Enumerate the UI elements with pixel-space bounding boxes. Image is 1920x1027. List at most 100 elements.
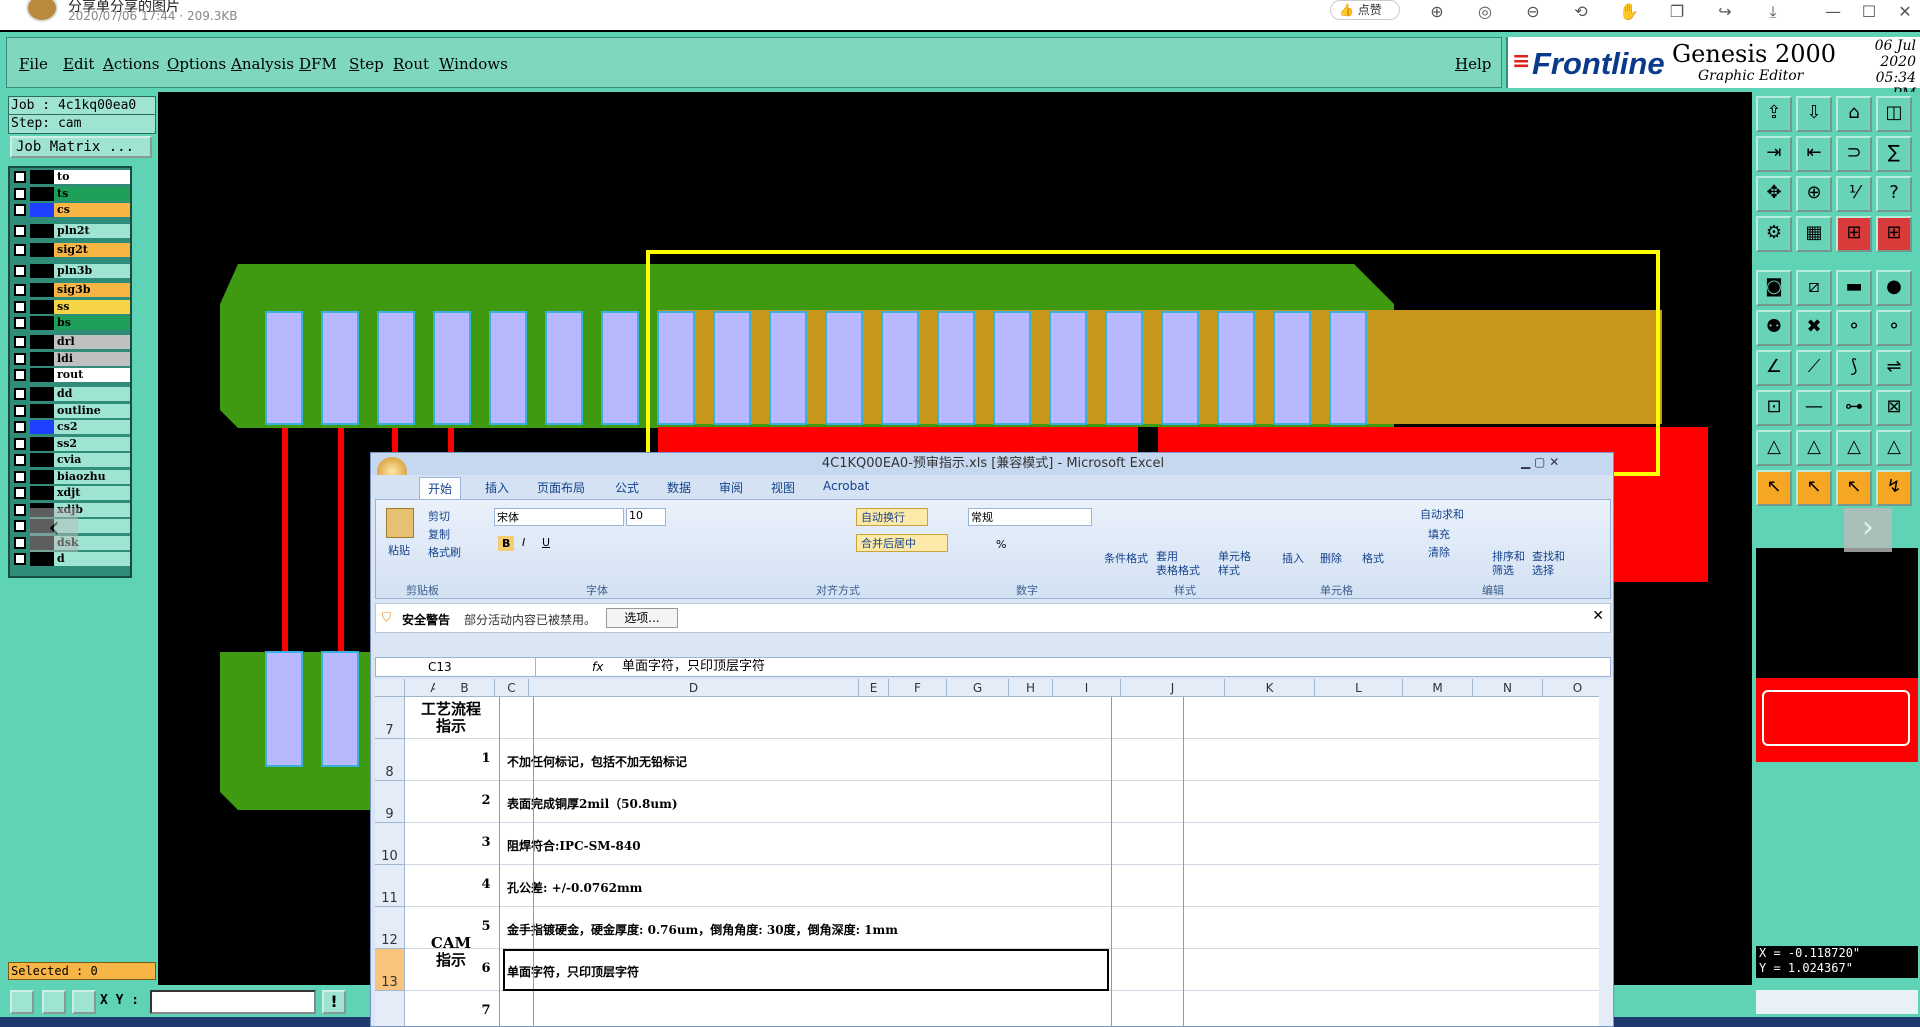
name-box[interactable]: C13 <box>376 658 536 676</box>
tri-3-tool-icon[interactable]: △ <box>1836 430 1872 466</box>
layer-checkbox[interactable] <box>14 244 26 257</box>
layer-checkbox[interactable] <box>14 388 26 401</box>
tri-2-tool-icon[interactable]: △ <box>1796 430 1832 466</box>
layer-name[interactable]: ss <box>54 299 130 314</box>
layer-name[interactable]: dd <box>54 387 130 402</box>
job-matrix-button[interactable]: Job Matrix ... <box>10 136 152 158</box>
vertical-scrollbar[interactable] <box>1599 679 1613 1026</box>
layer-name[interactable]: cs <box>54 203 130 218</box>
spreadsheet-grid[interactable]: ABCDEFGHIJKLMNOP7工艺流程 指示81不加任何标记，包括不加无铅标… <box>375 679 1613 1026</box>
layer-name[interactable]: ldi <box>54 351 130 366</box>
layer-checkbox[interactable] <box>14 404 26 417</box>
column-header[interactable]: E <box>859 679 889 697</box>
sum-tool-icon[interactable]: ∑ <box>1876 136 1912 172</box>
line-tool-icon[interactable]: ▬ <box>1836 270 1872 306</box>
autosum-button[interactable]: 自动求和 <box>1420 506 1464 522</box>
prev-image-icon[interactable]: ‹ <box>30 508 78 552</box>
delete-cells-button[interactable]: 删除 <box>1320 550 1342 566</box>
circle-tool-icon[interactable]: ● <box>1876 270 1912 306</box>
instruction-cell[interactable]: 不加任何标记，包括不加无铅标记 <box>507 753 687 770</box>
row-header[interactable]: 12 <box>375 907 405 949</box>
menu-edit[interactable]: Edit <box>63 55 94 73</box>
column-header[interactable]: J <box>1121 679 1225 697</box>
layer-row[interactable]: d <box>12 552 130 567</box>
group-tool-icon[interactable]: ⊠ <box>1876 390 1912 426</box>
help-tool-icon[interactable]: ? <box>1876 176 1912 212</box>
layer-row[interactable]: ldi <box>12 351 130 367</box>
insert-cells-button[interactable]: 插入 <box>1282 550 1304 566</box>
item-number-cell[interactable]: 5 <box>469 919 503 934</box>
layer-checkbox[interactable] <box>14 317 26 330</box>
row-header[interactable]: 8 <box>375 739 405 781</box>
share-icon[interactable]: ↪ <box>1714 2 1736 24</box>
layer-checkbox[interactable] <box>14 225 26 238</box>
route-tool-icon[interactable]: ↯ <box>1876 470 1912 506</box>
select-tool-icon[interactable]: ⧄ <box>1796 270 1832 306</box>
layer-checkbox[interactable] <box>14 284 26 297</box>
tri-4-tool-icon[interactable]: △ <box>1876 430 1912 466</box>
layer-name[interactable]: biaozhu <box>54 469 130 484</box>
row-header[interactable]: 9 <box>375 781 405 823</box>
row-header[interactable]: 10 <box>375 823 405 865</box>
layer-checkbox[interactable] <box>14 300 26 313</box>
matrix-2-tool-icon[interactable]: ⊞ <box>1876 216 1912 252</box>
layer-row[interactable]: pln3b <box>12 264 130 279</box>
wrap-text-button[interactable]: 自动换行 <box>856 508 928 526</box>
item-number-cell[interactable]: 1 <box>469 751 503 766</box>
open-tool-icon[interactable]: ⇪ <box>1756 96 1792 132</box>
layer-row[interactable]: rout <box>12 368 130 383</box>
tab-acrobat[interactable]: Acrobat <box>823 479 869 493</box>
save-tool-icon[interactable]: ⇩ <box>1796 96 1832 132</box>
layer-name[interactable]: bs <box>54 316 130 331</box>
layer-row[interactable]: biaozhu <box>12 469 130 485</box>
menu-actions[interactable]: Actions <box>103 55 159 73</box>
paste-icon[interactable] <box>386 508 414 538</box>
italic-button[interactable]: I <box>522 536 525 549</box>
layer-row[interactable]: bs <box>12 316 130 331</box>
instruction-cell[interactable]: 金手指镀硬金，硬金厚度: 0.76um，倒角角度: 30度，倒角深度: 1mm <box>507 921 898 938</box>
layer-name[interactable]: to <box>54 170 130 184</box>
font-name-select[interactable]: 宋体 <box>494 508 624 526</box>
cross-tool-icon[interactable]: ✖ <box>1796 310 1832 346</box>
status-tool-1[interactable] <box>10 990 34 1014</box>
layer-name[interactable]: rout <box>54 368 130 383</box>
connect-tool-icon[interactable]: ⚉ <box>1756 310 1792 346</box>
tri-1-tool-icon[interactable]: △ <box>1756 430 1792 466</box>
number-format-select[interactable]: 常规 <box>968 508 1092 526</box>
excel-window-controls[interactable]: ▁ ▢ ✕ <box>1521 455 1559 469</box>
ime-toolbar[interactable] <box>1756 990 1918 1014</box>
row-header[interactable]: 7 <box>375 697 405 739</box>
layer-name[interactable]: sig3b <box>54 283 130 298</box>
excel-window[interactable]: 4C1KQ00EA0-预审指示.xls [兼容模式] - Microsoft E… <box>370 452 1614 1027</box>
layer-checkbox[interactable] <box>14 470 26 483</box>
layer-checkbox[interactable] <box>14 553 26 566</box>
formula-input[interactable]: 单面字符，只印顶层字符 <box>622 658 765 676</box>
cell-styles-button[interactable]: 单元格 样式 <box>1218 550 1251 578</box>
import-tool-icon[interactable]: ⇥ <box>1756 136 1792 172</box>
alert-icon[interactable]: ! <box>322 990 346 1014</box>
arc-tool-icon[interactable]: ⟆ <box>1836 350 1872 386</box>
column-header[interactable]: I <box>1053 679 1121 697</box>
copy-button[interactable]: 复制 <box>428 526 450 542</box>
bold-button[interactable]: B <box>498 536 515 551</box>
next-image-icon[interactable]: › <box>1844 508 1892 552</box>
item-number-cell[interactable]: 2 <box>469 793 503 808</box>
tab-home[interactable]: 开始 <box>419 477 462 500</box>
settings-tool-icon[interactable]: ⚙ <box>1756 216 1792 252</box>
home-tool-icon[interactable]: ⌂ <box>1836 96 1872 132</box>
row-header[interactable] <box>375 991 405 1026</box>
layer-row[interactable]: cs <box>12 203 130 218</box>
layer-row[interactable]: xdjt <box>12 486 130 501</box>
tab-view[interactable]: 视图 <box>771 479 795 496</box>
menu-file[interactable]: File <box>19 55 48 73</box>
pad-tool-icon[interactable]: ◙ <box>1756 270 1792 306</box>
item-number-cell[interactable]: 6 <box>469 961 503 976</box>
box-tool-icon[interactable]: ⊡ <box>1756 390 1792 426</box>
layer-name[interactable]: cs2 <box>54 420 130 435</box>
menu-help[interactable]: Help <box>1455 55 1491 73</box>
layer-name[interactable]: sig2t <box>54 243 130 258</box>
node-tool-icon[interactable]: ⚬ <box>1836 310 1872 346</box>
layer-checkbox[interactable] <box>14 503 26 516</box>
layer-row[interactable]: cvia <box>12 453 130 468</box>
xy-input[interactable] <box>150 990 316 1014</box>
